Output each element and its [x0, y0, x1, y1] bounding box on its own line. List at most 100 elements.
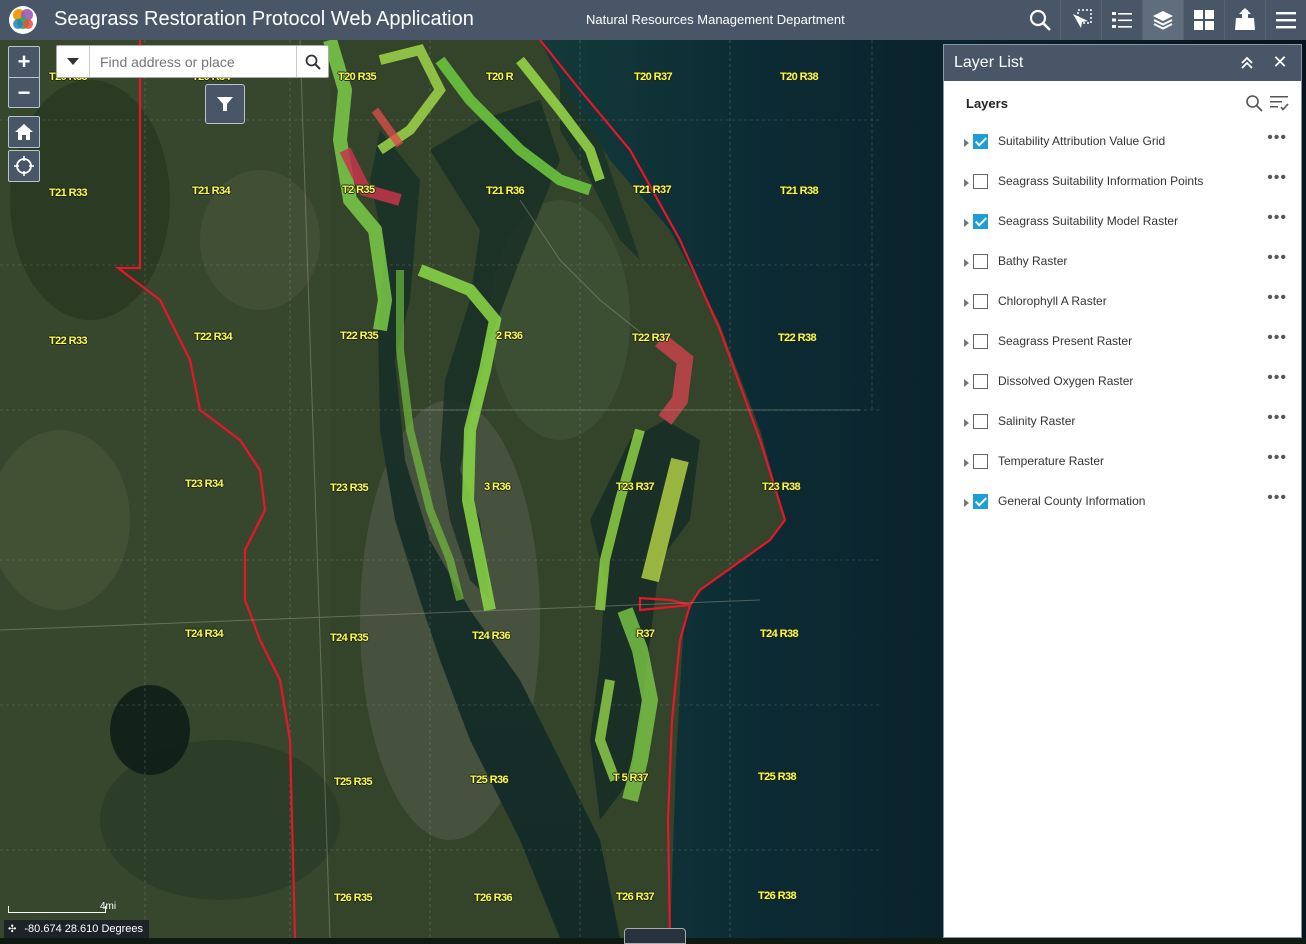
menu-tool-button[interactable] — [1265, 0, 1306, 40]
more-options-icon[interactable]: ••• — [1267, 289, 1287, 307]
layer-visibility-checkbox[interactable] — [973, 334, 988, 349]
expand-caret-icon[interactable] — [964, 339, 969, 347]
township-label: 3 R36 — [484, 481, 511, 493]
layer-visibility-checkbox[interactable] — [973, 294, 988, 309]
expand-caret-icon[interactable] — [964, 139, 969, 147]
layer-visibility-checkbox[interactable] — [973, 174, 988, 189]
app-header: Seagrass Restoration Protocol Web Applic… — [0, 0, 1306, 40]
home-icon — [15, 124, 33, 140]
expand-caret-icon[interactable] — [964, 179, 969, 187]
scale-bar-line — [8, 906, 106, 913]
layer-visibility-checkbox[interactable] — [973, 414, 988, 429]
coordinate-readout[interactable]: ✣ -80.674 28.610 Degrees — [4, 920, 150, 938]
township-label: T23 R38 — [762, 481, 801, 493]
more-options-icon[interactable]: ••• — [1267, 329, 1287, 347]
township-label: T22 R38 — [778, 332, 817, 344]
layer-name: Bathy Raster — [998, 254, 1068, 268]
chevron-down-icon — [67, 57, 79, 65]
layer-visibility-checkbox[interactable] — [973, 374, 988, 389]
layer-item: Seagrass Suitability Information Points … — [944, 165, 1301, 205]
panel-title: Layer List — [954, 54, 1024, 71]
layer-item: Suitability Attribution Value Grid ••• — [944, 125, 1301, 165]
select-cursor-icon — [1073, 9, 1092, 28]
more-options-icon[interactable]: ••• — [1267, 249, 1287, 267]
select-tool-button[interactable] — [1060, 0, 1101, 40]
layer-visibility-checkbox[interactable] — [973, 214, 988, 229]
layer-list-tool-button[interactable] — [1142, 0, 1183, 40]
expand-caret-icon[interactable] — [964, 299, 969, 307]
township-label: 2 R36 — [496, 330, 523, 342]
township-label: T 5 R37 — [613, 772, 649, 784]
search-tool-button[interactable] — [1020, 0, 1060, 40]
expand-caret-icon[interactable] — [964, 459, 969, 467]
coordinate-text: -80.674 28.610 Degrees — [24, 923, 144, 935]
layer-visibility-checkbox[interactable] — [973, 134, 988, 149]
township-label: T26 R36 — [474, 892, 513, 904]
expand-caret-icon[interactable] — [964, 219, 969, 227]
layer-visibility-checkbox[interactable] — [973, 494, 988, 509]
layer-visibility-checkbox[interactable] — [973, 454, 988, 469]
township-label: T22 R37 — [632, 332, 671, 344]
close-icon[interactable]: ✕ — [1271, 53, 1289, 71]
attribute-table-toggle[interactable] — [624, 928, 686, 944]
collapse-chevron-up-icon[interactable] — [1239, 55, 1255, 71]
township-label: T20 R — [486, 71, 514, 83]
township-label: T21 R36 — [486, 185, 525, 197]
more-options-icon[interactable]: ••• — [1267, 489, 1287, 507]
zoom-out-button[interactable]: − — [9, 77, 39, 108]
app-logo-icon — [9, 6, 37, 34]
hamburger-menu-icon — [1276, 12, 1296, 29]
home-button[interactable] — [8, 116, 40, 148]
township-label: T26 R35 — [334, 892, 373, 904]
township-label: T21 R38 — [780, 185, 819, 197]
layer-name: Seagrass Present Raster — [998, 334, 1133, 348]
township-label: T20 R35 — [338, 71, 377, 83]
zoom-in-button[interactable]: + — [9, 47, 39, 77]
search-source-dropdown[interactable] — [57, 46, 90, 77]
basemap-gallery-tool-button[interactable] — [1183, 0, 1224, 40]
search-input[interactable] — [90, 46, 296, 77]
township-label: T24 R34 — [185, 628, 224, 640]
layer-visibility-checkbox[interactable] — [973, 254, 988, 269]
layer-item: Dissolved Oxygen Raster ••• — [944, 365, 1301, 405]
township-label: R37 — [636, 628, 655, 640]
more-options-icon[interactable]: ••• — [1267, 169, 1287, 187]
locate-button[interactable] — [8, 150, 40, 182]
layer-item: Chlorophyll A Raster ••• — [944, 285, 1301, 325]
search-icon[interactable] — [1245, 94, 1263, 112]
layer-name: Suitability Attribution Value Grid — [998, 134, 1166, 148]
search-submit-button[interactable] — [296, 46, 328, 77]
layers-stack-icon — [1153, 11, 1173, 30]
magnifier-icon — [1029, 9, 1051, 31]
township-label: T24 R35 — [330, 632, 369, 644]
township-label: T20 R38 — [780, 71, 819, 83]
filter-button[interactable] — [205, 84, 245, 124]
scale-bar-label: 4mi — [100, 901, 117, 912]
expand-caret-icon[interactable] — [964, 499, 969, 507]
township-label: T22 R33 — [49, 335, 88, 347]
expand-caret-icon[interactable] — [964, 419, 969, 427]
more-options-icon[interactable]: ••• — [1267, 409, 1287, 427]
township-label: T25 R36 — [470, 774, 509, 786]
more-options-icon[interactable]: ••• — [1267, 369, 1287, 387]
legend-list-icon — [1112, 12, 1132, 28]
layers-section-title: Layers — [966, 96, 1008, 111]
more-options-icon[interactable]: ••• — [1267, 209, 1287, 227]
more-options-icon[interactable]: ••• — [1267, 449, 1287, 467]
scale-bar: 4mi — [8, 901, 116, 913]
expand-caret-icon[interactable] — [964, 259, 969, 267]
legend-tool-button[interactable] — [1101, 0, 1142, 40]
township-label: T26 R37 — [616, 891, 655, 903]
locate-crosshair-icon — [14, 156, 34, 176]
print-tool-button[interactable] — [1224, 0, 1265, 40]
layer-item: Seagrass Suitability Model Raster ••• — [944, 205, 1301, 245]
layer-item: Temperature Raster ••• — [944, 445, 1301, 485]
expand-caret-icon[interactable] — [964, 379, 969, 387]
geocoder-search — [56, 45, 329, 78]
more-options-icon[interactable]: ••• — [1267, 129, 1287, 147]
layer-options-icon[interactable] — [1269, 94, 1289, 112]
township-label: T21 R37 — [633, 184, 672, 196]
layer-list-panel: Layer List ✕ Layers Suitability Attribut… — [943, 44, 1302, 938]
township-label: T22 R34 — [194, 331, 233, 343]
layer-name: General County Information — [998, 494, 1146, 508]
